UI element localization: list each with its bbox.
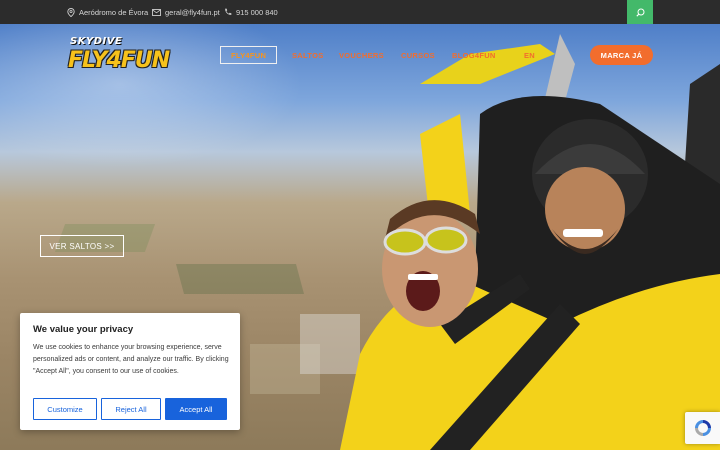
nav-item-label: VOUCHERS (339, 50, 384, 60)
view-jumps-button[interactable]: VER SALTOS >> (40, 235, 124, 257)
cookie-customize-label: Customize (47, 404, 83, 414)
recaptcha-icon (694, 420, 711, 436)
logo-tagline: SKYDIVE (70, 36, 123, 47)
cookie-reject-button[interactable]: Reject All (101, 398, 161, 420)
cookie-body: We use cookies to enhance your browsing … (33, 344, 229, 375)
cookie-customize-button[interactable]: Customize (33, 398, 97, 420)
nav-item-fly4fun[interactable]: FLY4FUN (220, 46, 278, 64)
nav-item-label: CURSOS (401, 50, 435, 60)
top-info-bar: Aeródromo de Évora geral@fly4fun.pt 915 … (0, 0, 720, 24)
recaptcha-badge[interactable] (685, 412, 720, 444)
phone-link[interactable]: 915 000 840 (236, 8, 278, 17)
site-logo[interactable]: SKYDIVE FLY4FUN (68, 34, 170, 78)
cookie-accept-button[interactable]: Accept All (165, 398, 227, 420)
map-pin-icon (67, 7, 75, 17)
envelope-icon (152, 8, 161, 16)
nav-item-language[interactable]: EN (524, 46, 535, 64)
nav-item-label: BLOG4FUN (452, 50, 496, 60)
book-now-label: MARCA JÁ (600, 50, 643, 60)
nav-item-vouchers[interactable]: VOUCHERS (339, 46, 384, 64)
cookie-accept-label: Accept All (179, 404, 213, 414)
cookie-reject-label: Reject All (115, 404, 147, 414)
logo-wordmark: FLY4FUN (68, 48, 170, 73)
nav-item-label: FLY4FUN (231, 50, 267, 60)
book-now-button[interactable]: MARCA JÁ (590, 45, 653, 65)
email-link[interactable]: geral@fly4fun.pt (165, 8, 220, 17)
phone-info[interactable]: 915 000 840 (224, 0, 278, 24)
location-text: Aeródromo de Évora (79, 7, 149, 17)
view-jumps-label: VER SALTOS >> (49, 241, 115, 251)
email-info[interactable]: geral@fly4fun.pt (152, 0, 220, 24)
nav-item-label: EN (524, 50, 536, 60)
location-info: Aeródromo de Évora (67, 0, 148, 24)
nav-item-label: SALTOS (292, 50, 324, 60)
nav-item-blog4fun[interactable]: BLOG4FUN (452, 46, 496, 64)
search-icon (635, 8, 644, 17)
search-button[interactable] (627, 0, 653, 24)
nav-item-saltos[interactable]: SALTOS (292, 46, 324, 64)
cookie-consent-banner: We value your privacy We use cookies to … (20, 313, 240, 430)
phone-icon (225, 8, 232, 15)
nav-item-cursos[interactable]: CURSOS (401, 46, 435, 64)
cookie-title: We value your privacy (33, 324, 134, 335)
